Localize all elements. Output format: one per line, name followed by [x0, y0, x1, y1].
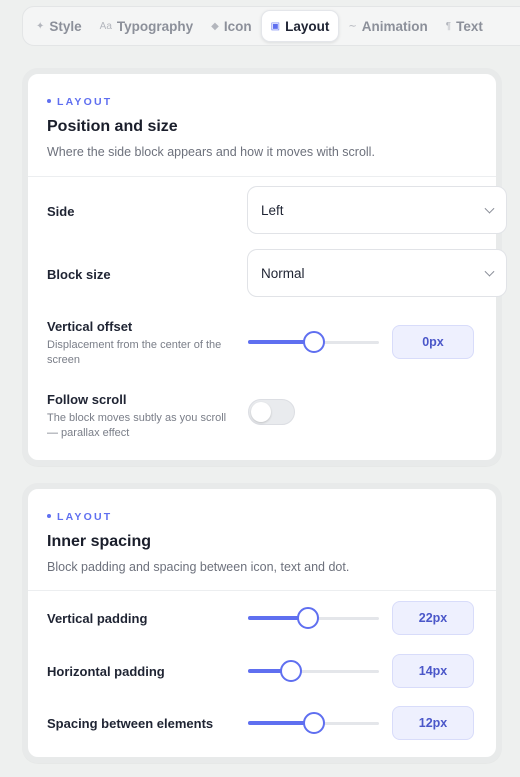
horizontal-padding-value[interactable]: 14px: [392, 654, 474, 688]
vertical-padding-label: Vertical padding: [47, 611, 148, 626]
vertical-offset-value[interactable]: 0px: [392, 325, 474, 359]
wave-icon: ∼: [348, 20, 357, 32]
vertical-offset-slider[interactable]: [248, 330, 379, 354]
element-spacing-value[interactable]: 12px: [392, 706, 474, 740]
section-eyebrow: LAYOUT: [47, 96, 112, 108]
tab-icon[interactable]: ◆ Icon: [202, 10, 260, 42]
card-subtitle: Block padding and spacing between icon, …: [47, 560, 350, 574]
vertical-padding-slider[interactable]: [248, 606, 379, 630]
card-title: Inner spacing: [47, 533, 152, 550]
horizontal-padding-slider[interactable]: [248, 659, 379, 683]
vertical-padding-value[interactable]: 22px: [392, 601, 474, 635]
tab-label: Animation: [361, 18, 428, 34]
slider-thumb[interactable]: [280, 660, 303, 682]
vertical-offset-label: Vertical offset: [47, 319, 133, 334]
paragraph-icon: ¶: [445, 20, 452, 32]
slider-thumb[interactable]: [297, 607, 320, 629]
block-size-select-value: Normal: [261, 265, 305, 281]
divider: [28, 176, 496, 177]
tab-typography[interactable]: Aa Typography: [91, 10, 203, 42]
element-spacing-label: Spacing between elements: [47, 716, 214, 731]
tab-label: Icon: [223, 18, 252, 34]
follow-scroll-help: The block moves subtly as you scroll — p…: [47, 412, 227, 439]
toggle-knob: [251, 402, 271, 422]
diamond-icon: ◆: [211, 20, 219, 32]
slider-thumb[interactable]: [302, 331, 325, 353]
tab-style[interactable]: ✦ Style: [27, 10, 91, 42]
follow-scroll-toggle[interactable]: [248, 399, 295, 425]
tab-label: Layout: [285, 18, 330, 34]
tab-text[interactable]: ¶ Text: [437, 10, 492, 42]
side-select-value: Left: [261, 202, 284, 218]
tab-label: Style: [49, 18, 82, 34]
tab-layout[interactable]: ▣ Layout: [260, 10, 340, 42]
divider: [28, 590, 496, 591]
follow-scroll-label: Follow scroll: [47, 392, 127, 407]
slider-thumb[interactable]: [302, 712, 325, 734]
layout-icon: ▣: [270, 20, 281, 32]
card-title: Position and size: [47, 118, 178, 135]
position-card: LAYOUT Position and size Where the side …: [22, 68, 507, 466]
spacing-card: LAYOUT Inner spacing Block padding and s…: [22, 483, 502, 763]
tab-label: Text: [456, 18, 483, 34]
tab-animation[interactable]: ∼ Animation: [339, 10, 436, 42]
vertical-offset-help: Displacement from the center of the scre…: [47, 339, 222, 366]
section-eyebrow: LAYOUT: [47, 511, 112, 523]
card-subtitle: Where the side block appears and how it …: [47, 145, 375, 159]
typography-icon: Aa: [99, 20, 112, 32]
block-size-label: Block size: [47, 267, 111, 282]
horizontal-padding-label: Horizontal padding: [47, 664, 165, 679]
tab-label: Typography: [116, 18, 194, 34]
sparkle-icon: ✦: [36, 20, 45, 32]
tab-bar: ✦ Style Aa Typography ◆ Icon ▣ Layout ∼ …: [22, 6, 520, 46]
side-select[interactable]: Left: [247, 186, 507, 234]
chevron-down-icon: [484, 203, 495, 214]
chevron-down-icon: [484, 266, 495, 277]
block-size-select[interactable]: Normal: [247, 249, 507, 297]
side-label: Side: [47, 204, 75, 219]
element-spacing-slider[interactable]: [248, 711, 379, 735]
